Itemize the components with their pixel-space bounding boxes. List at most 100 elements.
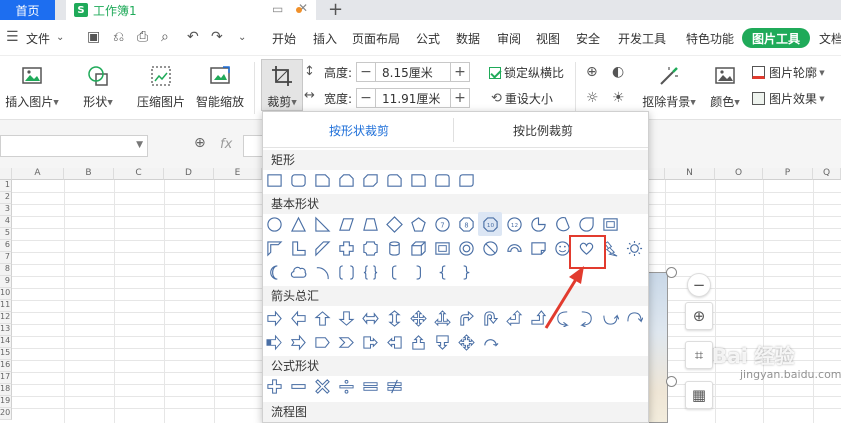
notched-right-arrow-shape-icon[interactable] bbox=[286, 330, 310, 354]
column-header[interactable]: O bbox=[715, 168, 763, 180]
snip-single-corner-shape-icon[interactable] bbox=[310, 168, 334, 192]
menu-special-features[interactable]: 特色功能 bbox=[686, 30, 734, 47]
octagon-shape-icon[interactable]: 8 bbox=[454, 212, 478, 236]
left-right-up-arrow-shape-icon[interactable] bbox=[430, 306, 454, 330]
reduce-contrast-icon[interactable]: ☀ bbox=[612, 90, 625, 106]
moon-shape-icon[interactable] bbox=[262, 260, 286, 284]
pie-shape-icon[interactable] bbox=[526, 212, 550, 236]
height-decrease-button[interactable]: − bbox=[357, 63, 375, 81]
row-header[interactable]: 12 bbox=[0, 312, 12, 324]
menu-page-layout[interactable]: 页面布局 bbox=[352, 30, 400, 47]
pentagon-shape-icon[interactable] bbox=[406, 212, 430, 236]
monitor-icon[interactable]: ▭ bbox=[272, 2, 283, 16]
rounded-rectangle-shape-icon[interactable] bbox=[286, 168, 310, 192]
sun-shape-icon[interactable] bbox=[622, 236, 646, 260]
cross-shape-icon[interactable] bbox=[334, 236, 358, 260]
curved-up-arrow-shape-icon[interactable] bbox=[598, 306, 622, 330]
lock-ratio-check-icon[interactable] bbox=[489, 66, 501, 79]
format-painter-icon[interactable]: ⎌ bbox=[113, 29, 124, 45]
resize-handle[interactable] bbox=[666, 267, 677, 278]
round-single-corner-shape-icon[interactable] bbox=[406, 168, 430, 192]
height-stepper[interactable]: − 8.15厘米 + bbox=[356, 62, 471, 82]
rectangle-shape-icon[interactable] bbox=[262, 168, 286, 192]
row-header[interactable]: 6 bbox=[0, 240, 12, 252]
row-header[interactable]: 2 bbox=[0, 192, 12, 204]
minus-shape-icon[interactable] bbox=[286, 374, 310, 398]
row-header[interactable]: 8 bbox=[0, 264, 12, 276]
row-header[interactable]: 1 bbox=[0, 180, 12, 192]
snip-round-shape-icon[interactable] bbox=[382, 168, 406, 192]
width-decrease-button[interactable]: − bbox=[357, 89, 375, 107]
down-arrow-shape-icon[interactable] bbox=[334, 306, 358, 330]
column-header[interactable]: P bbox=[763, 168, 813, 180]
smart-scale-button[interactable]: 智能缩放 bbox=[195, 64, 245, 110]
width-value[interactable]: 11.91厘米 bbox=[375, 89, 452, 107]
left-up-arrow-shape-icon[interactable] bbox=[502, 306, 526, 330]
triangle-shape-icon[interactable] bbox=[286, 212, 310, 236]
menu-developer[interactable]: 开发工具 bbox=[618, 30, 666, 47]
menu-security[interactable]: 安全 bbox=[576, 30, 600, 47]
row-header[interactable]: 14 bbox=[0, 336, 12, 348]
zoom-search-icon[interactable]: ⊕ bbox=[194, 135, 206, 151]
curved-down-arrow-shape-icon[interactable] bbox=[622, 306, 646, 330]
tab-crop-by-shape[interactable]: 按形状裁剪 bbox=[329, 122, 389, 139]
right-bracket-shape-icon[interactable] bbox=[406, 260, 430, 284]
fx-icon[interactable]: fx bbox=[220, 137, 232, 152]
tab-crop-by-ratio[interactable]: 按比例裁剪 bbox=[513, 122, 573, 139]
row-header[interactable]: 9 bbox=[0, 276, 12, 288]
row-header[interactable]: 11 bbox=[0, 300, 12, 312]
divide-shape-icon[interactable] bbox=[334, 374, 358, 398]
picture-effects-button[interactable]: 图片效果 ▼ bbox=[752, 90, 825, 107]
multiply-shape-icon[interactable] bbox=[310, 374, 334, 398]
circular-arrow-shape-icon[interactable] bbox=[478, 330, 502, 354]
down-arrow-callout-shape-icon[interactable] bbox=[430, 330, 454, 354]
row-header[interactable]: 16 bbox=[0, 360, 12, 372]
color-button[interactable]: 颜色▼ bbox=[707, 64, 743, 110]
hamburger-menu-icon[interactable]: ☰ bbox=[6, 29, 19, 45]
cutout-background-button[interactable]: 抠除背景▼ bbox=[639, 64, 699, 110]
crop-tool-icon[interactable]: ⌗ bbox=[685, 341, 713, 369]
add-brightness-icon[interactable]: ⊕ bbox=[586, 64, 598, 80]
zoom-out-icon[interactable]: − bbox=[687, 273, 711, 297]
picture-layout-icon[interactable]: ▦ bbox=[685, 381, 713, 409]
row-header[interactable]: 15 bbox=[0, 348, 12, 360]
print-icon[interactable]: ⎙ bbox=[137, 29, 148, 45]
equal-shape-icon[interactable] bbox=[358, 374, 382, 398]
up-down-arrow-shape-icon[interactable] bbox=[382, 306, 406, 330]
cube-shape-icon[interactable] bbox=[406, 236, 430, 260]
chevron-down-icon[interactable]: ▼ bbox=[136, 140, 143, 150]
l-shape-icon[interactable] bbox=[286, 236, 310, 260]
round-diagonal-shape-icon[interactable] bbox=[454, 168, 478, 192]
lock-ratio-checkbox[interactable]: 锁定纵横比 bbox=[489, 64, 564, 81]
redo-icon[interactable]: ↷ bbox=[211, 29, 223, 45]
u-turn-arrow-shape-icon[interactable] bbox=[478, 306, 502, 330]
cloud-shape-icon[interactable] bbox=[286, 260, 310, 284]
bevel-shape-icon[interactable] bbox=[430, 236, 454, 260]
quad-arrow-callout-shape-icon[interactable] bbox=[454, 330, 478, 354]
menu-view[interactable]: 视图 bbox=[536, 30, 560, 47]
quick-access-more-icon[interactable]: ⌄ bbox=[238, 32, 246, 43]
column-header[interactable]: D bbox=[164, 168, 214, 180]
crop-button[interactable]: 裁剪▼ bbox=[261, 59, 303, 111]
double-bracket-shape-icon[interactable] bbox=[334, 260, 358, 284]
striped-right-arrow-shape-icon[interactable] bbox=[262, 330, 286, 354]
chevron-shape-icon[interactable] bbox=[334, 330, 358, 354]
home-tab[interactable]: 首页 bbox=[0, 0, 55, 20]
menu-insert[interactable]: 插入 bbox=[313, 30, 337, 47]
row-header[interactable]: 20 bbox=[0, 408, 12, 420]
menu-file[interactable]: 文件 bbox=[26, 30, 50, 47]
not-equal-shape-icon[interactable] bbox=[382, 374, 406, 398]
picture-outline-button[interactable]: 图片轮廓 ▼ bbox=[752, 64, 825, 81]
print-preview-icon[interactable]: ⌕ bbox=[161, 29, 169, 45]
column-header[interactable]: Q bbox=[813, 168, 841, 180]
left-arrow-shape-icon[interactable] bbox=[286, 306, 310, 330]
selected-picture[interactable] bbox=[646, 272, 668, 423]
select-all-corner[interactable] bbox=[0, 168, 12, 180]
add-contrast-icon[interactable]: ◐ bbox=[612, 64, 624, 80]
heptagon-shape-icon[interactable]: 7 bbox=[430, 212, 454, 236]
menu-picture-tools[interactable]: 图片工具 bbox=[742, 28, 810, 48]
column-header[interactable]: A bbox=[12, 168, 64, 180]
up-arrow-callout-shape-icon[interactable] bbox=[406, 330, 430, 354]
oval-shape-icon[interactable] bbox=[262, 212, 286, 236]
snip-diagonal-shape-icon[interactable] bbox=[358, 168, 382, 192]
